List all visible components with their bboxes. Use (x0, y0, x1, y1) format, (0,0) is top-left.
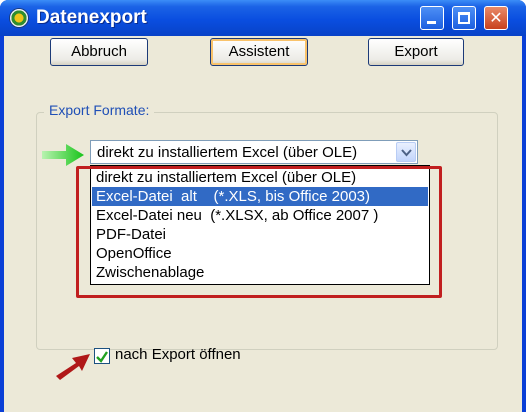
chevron-down-icon (401, 149, 412, 157)
open-after-export-checkbox[interactable] (94, 348, 110, 364)
app-icon (10, 9, 28, 27)
window-title: Datenexport (36, 7, 147, 28)
close-icon: ✕ (489, 8, 503, 27)
export-format-selected-value: direkt zu installiertem Excel (über OLE) (97, 144, 358, 161)
dropdown-button[interactable] (396, 142, 416, 162)
red-arrow-icon (56, 354, 90, 380)
open-after-export-label: nach Export öffnen (115, 346, 241, 363)
export-formats-label: Export Formate: (44, 102, 155, 118)
highlight-frame (76, 166, 442, 298)
export-format-select[interactable]: direkt zu installiertem Excel (über OLE) (90, 140, 418, 164)
close-button[interactable]: ✕ (484, 6, 508, 30)
title-bar[interactable]: Datenexport ✕ (0, 0, 526, 36)
abbruch-button[interactable]: Abbruch (50, 38, 148, 66)
checkmark-icon (96, 351, 108, 363)
export-button[interactable]: Export (368, 38, 464, 66)
minimize-button[interactable] (420, 6, 444, 30)
maximize-button[interactable] (452, 6, 476, 30)
assistent-button[interactable]: Assistent (210, 38, 308, 66)
green-arrow-icon (42, 144, 84, 166)
